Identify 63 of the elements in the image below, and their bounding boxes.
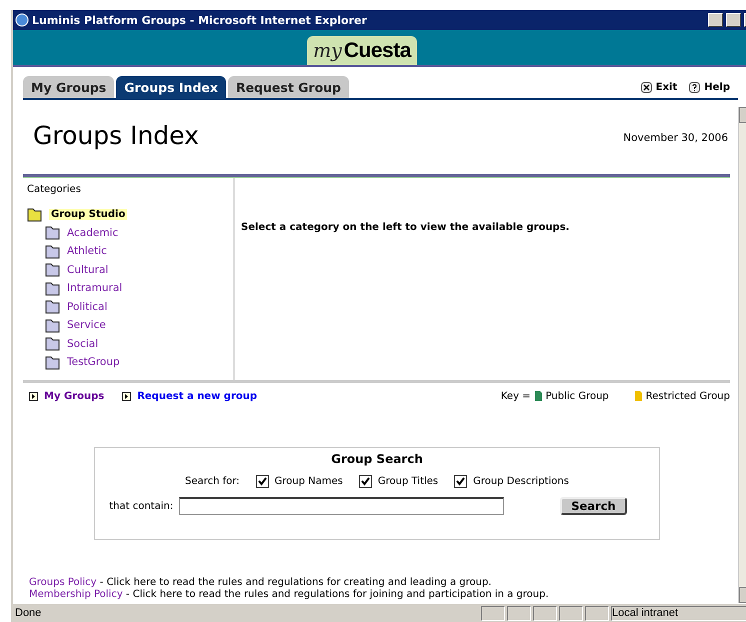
tab[interactable]: Groups Index — [116, 76, 226, 98]
close-icon — [640, 82, 652, 92]
exit-link[interactable]: Exit — [640, 82, 678, 92]
category-link[interactable]: Athletic — [67, 245, 107, 258]
search-field[interactable] — [179, 497, 504, 515]
checkbox-label: Group Names — [274, 476, 343, 487]
status-pane — [533, 606, 557, 620]
nav-link[interactable]: Request a new group — [122, 390, 258, 402]
date-text: November 30, 2006 — [623, 132, 728, 146]
folder-icon — [45, 225, 61, 240]
checkbox[interactable] — [256, 475, 269, 488]
tab[interactable]: My Groups — [23, 76, 114, 98]
zone-text: Local intranet — [611, 606, 746, 620]
window-title: Luminis Platform Groups - Microsoft Internet Explorer — [32, 14, 368, 26]
policy-text: Groups Policy - Click here to read the rules and regulations for creating and leading a group. — [29, 577, 492, 589]
checkbox[interactable] — [358, 475, 372, 488]
folder-icon — [45, 354, 61, 370]
tab[interactable]: Request Group — [228, 76, 350, 98]
category-link[interactable]: TestGroup — [67, 356, 120, 368]
status-pane — [481, 606, 505, 620]
status-pane — [559, 606, 583, 620]
search-for-label: Search for: — [185, 476, 240, 487]
policy-link[interactable]: Membership Policy — [29, 589, 123, 600]
policy-link[interactable]: Groups Policy — [29, 577, 97, 588]
minimize-button[interactable] — [708, 13, 723, 27]
help-link[interactable]: Help — [689, 82, 730, 92]
category-link[interactable]: Intramural — [67, 282, 122, 294]
tree-item[interactable]: Group Studio — [49, 208, 128, 220]
browser-icon — [15, 13, 29, 27]
folder-icon — [45, 262, 61, 278]
folder-icon — [45, 318, 61, 333]
checkbox-label: Group Descriptions — [473, 476, 569, 487]
checkbox[interactable] — [454, 475, 468, 488]
folder-icon — [45, 336, 61, 352]
key-label: Key = — [500, 390, 531, 402]
nav-link[interactable]: My Groups — [29, 390, 104, 402]
key-item: Public Group — [546, 390, 609, 402]
search-button[interactable]: Search — [560, 497, 627, 515]
categories-label: Categories — [27, 184, 82, 195]
category-link[interactable]: Service — [67, 319, 106, 332]
key-item: Restricted Group — [646, 390, 730, 402]
checkbox-label: Group Titles — [378, 476, 438, 487]
category-link[interactable]: Social — [67, 338, 98, 350]
maximize-button[interactable] — [726, 13, 741, 27]
status-text: Done — [14, 607, 42, 619]
search-title: Group Search — [331, 452, 423, 466]
page-heading: Groups Index — [33, 121, 199, 150]
folder-icon — [27, 206, 43, 222]
help-icon — [689, 82, 700, 92]
category-link[interactable]: Academic — [67, 226, 118, 239]
instruction-text: Select a category on the left to view the available groups. — [240, 221, 570, 235]
arrow-icon — [29, 392, 38, 400]
logo[interactable]: myCuesta — [307, 36, 417, 65]
policy-text: Membership Policy - Click here to read the rules and regulations for joining and participation in a group. — [29, 589, 550, 601]
arrow-icon — [122, 392, 132, 400]
folder-icon — [45, 280, 61, 296]
status-pane — [507, 606, 531, 620]
folder-icon — [45, 299, 61, 314]
contain-label: that contain: — [109, 500, 174, 512]
folder-icon — [45, 244, 61, 259]
category-link[interactable]: Political — [67, 300, 108, 313]
category-link[interactable]: Cultural — [67, 264, 108, 276]
status-pane — [585, 606, 609, 620]
